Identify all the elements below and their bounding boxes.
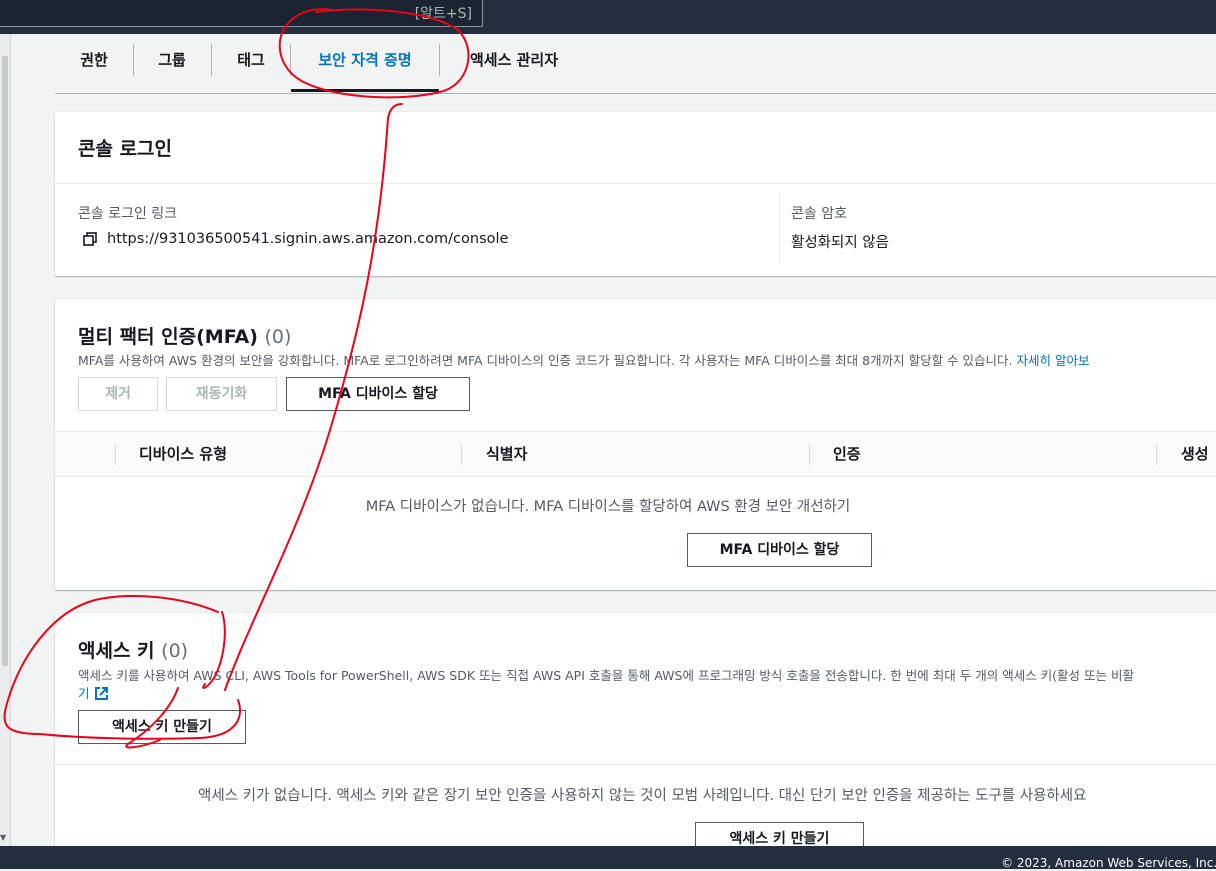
panel-divider <box>55 183 1216 184</box>
mfa-empty-message: MFA 디바이스가 없습니다. MFA 디바이스를 할당하여 AWS 환경 보안… <box>365 499 851 515</box>
assign-mfa-device-button[interactable]: MFA 디바이스 할당 <box>286 377 470 411</box>
mfa-title: 멀티 팩터 인증(MFA) (0) <box>78 322 291 349</box>
create-access-key-button[interactable]: 액세스 키 만들기 <box>78 710 246 744</box>
console-password-label: 콘솔 암호 <box>791 206 847 222</box>
tab-divider <box>133 44 134 76</box>
access-keys-title-text: 액세스 키 <box>78 640 155 662</box>
footer-copyright: © 2023, Amazon Web Services, Inc. 또 <box>1001 856 1216 870</box>
column-divider <box>809 443 810 465</box>
column-divider <box>461 443 462 465</box>
console-signin-panel: 콘솔 로그인 콘솔 로그인 링크 https://931036500541.si… <box>55 112 1216 276</box>
mfa-title-text: 멀티 팩터 인증(MFA) <box>78 326 258 348</box>
tab-groups[interactable]: 그룹 <box>143 34 201 92</box>
console-password-status: 활성화되지 않음 <box>791 235 889 251</box>
access-keys-empty-message: 액세스 키가 없습니다. 액세스 키와 같은 장기 보안 인증을 사용하지 않는… <box>198 788 1087 804</box>
column-identifier[interactable]: 식별자 <box>486 443 527 464</box>
copy-icon[interactable] <box>82 231 98 251</box>
column-divider <box>1156 443 1157 465</box>
tab-access-advisor[interactable]: 액세스 관리자 <box>449 34 579 92</box>
user-detail-tabs: 권한 그룹 태그 보안 자격 증명 액세스 관리자 <box>55 34 1216 94</box>
console-footer: © 2023, Amazon Web Services, Inc. 또 <box>0 846 1216 870</box>
access-keys-description-cont: 기 <box>78 683 109 702</box>
mfa-learn-more-link[interactable]: 자세히 알아보 <box>1016 353 1089 368</box>
access-keys-panel: 액세스 키 (0) 액세스 키를 사용하여 AWS CLI, AWS Tools… <box>55 613 1216 856</box>
side-navigation-scrollbar[interactable]: ▼ <box>0 34 11 846</box>
external-link-icon[interactable] <box>94 686 109 701</box>
mfa-description-text: MFA를 사용하여 AWS 환경의 보안을 강화합니다. MFA로 로그인하려면… <box>78 353 1013 368</box>
column-created[interactable]: 생성 <box>1181 443 1209 464</box>
mfa-panel: 멀티 팩터 인증(MFA) (0) MFA를 사용하여 AWS 환경의 보안을 … <box>55 299 1216 590</box>
column-certifications[interactable]: 인증 <box>833 443 861 464</box>
tab-security-credentials[interactable]: 보안 자격 증명 <box>291 34 439 92</box>
scrollbar-thumb[interactable] <box>2 56 8 666</box>
access-keys-title: 액세스 키 (0) <box>78 636 188 663</box>
mfa-description: MFA를 사용하여 AWS 환경의 보안을 강화합니다. MFA로 로그인하려면… <box>78 350 1089 369</box>
column-divider <box>115 443 116 465</box>
scroll-down-arrow-icon[interactable]: ▼ <box>0 833 6 842</box>
top-navigation-bar: [알트+S] <box>0 0 1216 34</box>
tab-divider <box>211 44 212 76</box>
console-signin-title: 콘솔 로그인 <box>78 138 173 160</box>
access-keys-description: 액세스 키를 사용하여 AWS CLI, AWS Tools for Power… <box>78 668 1134 683</box>
access-keys-count: (0) <box>161 640 189 662</box>
tab-divider <box>439 44 440 76</box>
tab-permissions[interactable]: 권한 <box>65 34 123 92</box>
mfa-table-header: 디바이스 유형 식별자 인증 생성 <box>55 431 1216 477</box>
console-signin-link-label: 콘솔 로그인 링크 <box>78 206 178 222</box>
search-shortcut-hint: [알트+S] <box>414 6 472 22</box>
search-input[interactable]: [알트+S] <box>0 0 483 27</box>
panel-divider <box>55 764 1216 765</box>
column-device-type[interactable]: 디바이스 유형 <box>139 443 227 464</box>
console-signin-link[interactable]: https://931036500541.signin.aws.amazon.c… <box>107 231 508 247</box>
mfa-count: (0) <box>264 326 292 348</box>
remove-button[interactable]: 제거 <box>78 377 158 411</box>
assign-mfa-device-empty-button[interactable]: MFA 디바이스 할당 <box>687 533 872 567</box>
resync-button[interactable]: 재동기화 <box>166 377 277 411</box>
tab-tags[interactable]: 태그 <box>221 34 281 92</box>
access-keys-learn-more-link[interactable]: 기 <box>78 686 90 701</box>
column-divider <box>779 192 780 264</box>
